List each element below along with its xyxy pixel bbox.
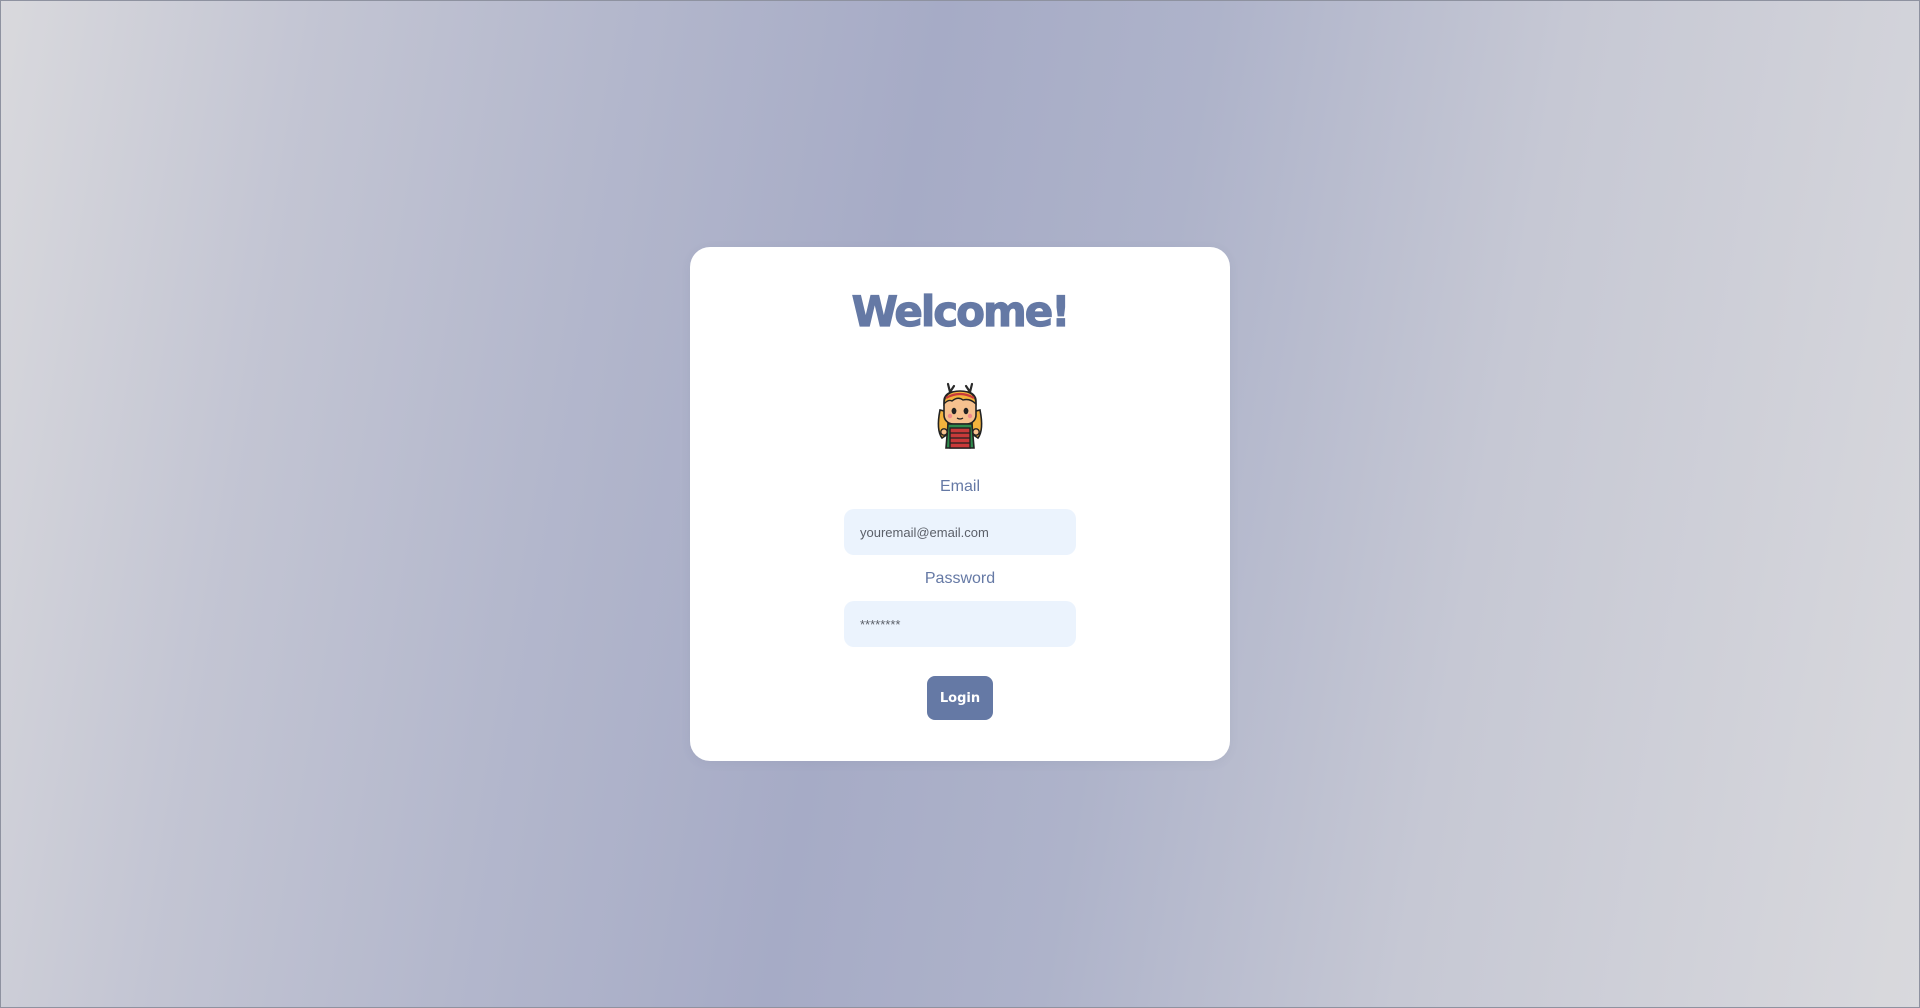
- login-button[interactable]: Login: [927, 676, 993, 720]
- password-label: Password: [924, 570, 996, 587]
- password-field[interactable]: [844, 601, 1076, 647]
- page-title: Welcome!: [851, 287, 1071, 336]
- login-card: Welcome! Email Password Login: [690, 247, 1230, 761]
- girl-character-avatar-icon: [937, 382, 983, 449]
- email-label: Email: [939, 478, 980, 495]
- email-field[interactable]: [844, 509, 1076, 555]
